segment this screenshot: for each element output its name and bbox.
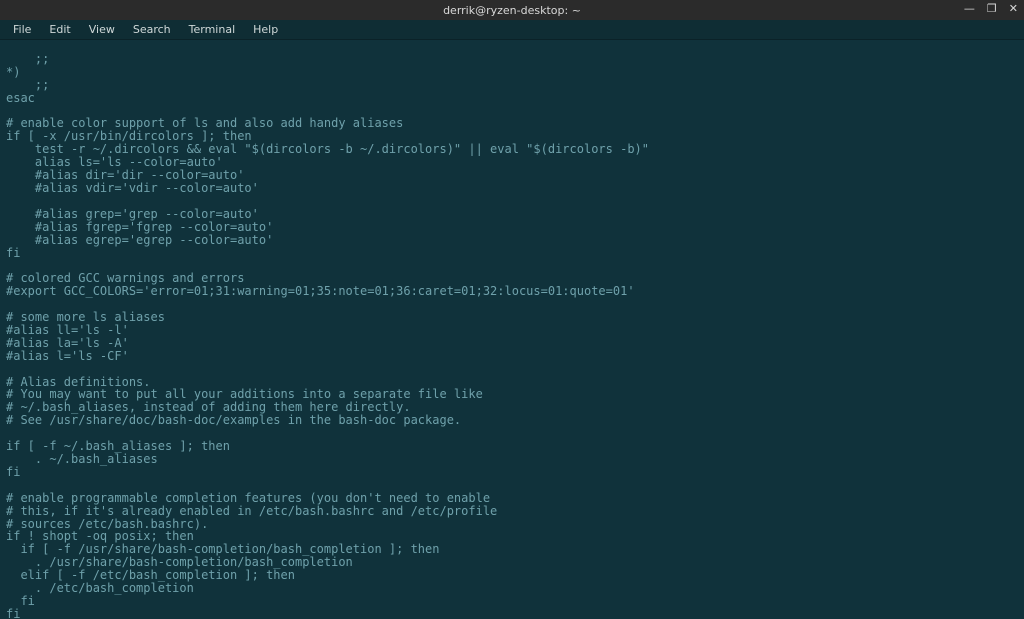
window-title: derrik@ryzen-desktop: ~ (443, 4, 581, 17)
menu-help[interactable]: Help (244, 21, 287, 38)
menu-view[interactable]: View (80, 21, 124, 38)
menu-search[interactable]: Search (124, 21, 180, 38)
menu-terminal[interactable]: Terminal (180, 21, 245, 38)
menubar: File Edit View Search Terminal Help (0, 20, 1024, 40)
minimize-icon[interactable]: — (962, 2, 977, 15)
maximize-icon[interactable]: ❐ (985, 2, 999, 15)
window-titlebar: derrik@ryzen-desktop: ~ — ❐ ✕ (0, 0, 1024, 20)
menu-file[interactable]: File (4, 21, 40, 38)
menu-edit[interactable]: Edit (40, 21, 79, 38)
close-icon[interactable]: ✕ (1007, 2, 1020, 15)
terminal-viewport[interactable]: ;; *) ;; esac # enable color support of … (0, 40, 1024, 619)
terminal-output: ;; *) ;; esac # enable color support of … (6, 53, 1018, 619)
